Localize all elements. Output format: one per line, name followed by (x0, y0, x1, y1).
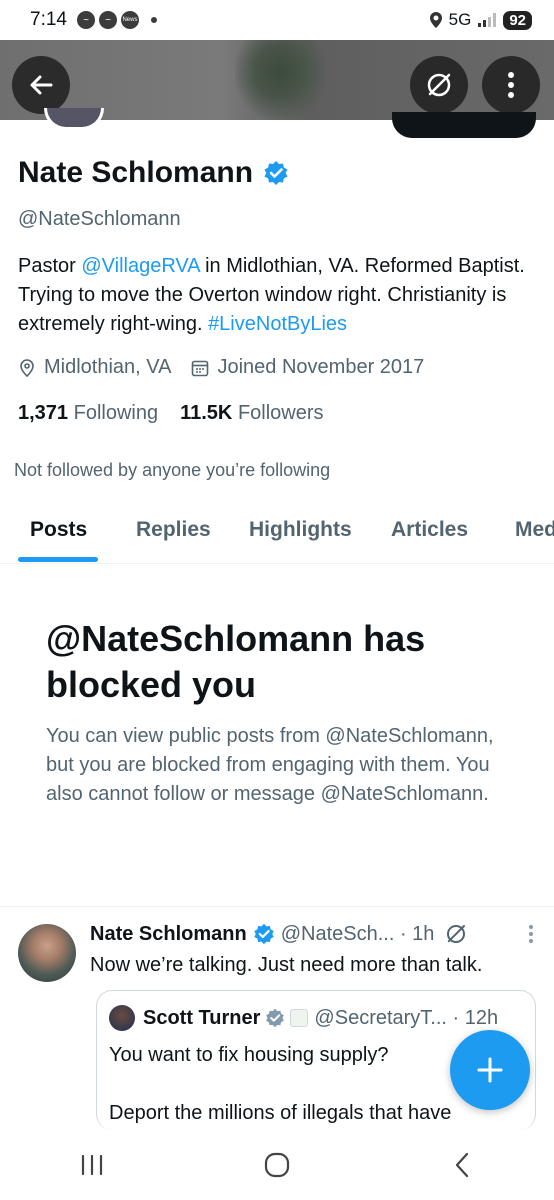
calendar-icon (192, 360, 209, 376)
post-avatar[interactable] (18, 924, 76, 982)
back-nav-button[interactable] (432, 1140, 492, 1190)
post-text: Now we’re talking. Just need more than t… (90, 954, 483, 976)
profile-name-row: Nate Schlomann (18, 156, 289, 190)
quote-line-2: Deport the millions of illegals that hav… (109, 1102, 452, 1124)
grok-icon[interactable] (444, 922, 468, 946)
status-time: 7:14 (30, 9, 67, 30)
location-item: Midlothian, VA (18, 356, 171, 379)
notification-dot-icon (150, 17, 157, 23)
tab-replies[interactable]: Replies (136, 518, 211, 542)
government-badge-icon (266, 1008, 285, 1028)
follow-button[interactable] (392, 112, 536, 138)
messenger-icon: ~ (76, 11, 95, 29)
post-divider (0, 906, 554, 907)
followers-link[interactable]: 11.5K Followers (180, 402, 323, 425)
news-icon: News (120, 11, 139, 29)
location-text: Midlothian, VA (44, 356, 172, 378)
verified-badge-icon (253, 923, 274, 945)
plus-icon (477, 1057, 503, 1083)
recent-apps-button[interactable] (62, 1140, 122, 1190)
battery-indicator: 92 (503, 10, 532, 30)
tab-highlights[interactable]: Highlights (249, 518, 352, 542)
joined-text: Joined November 2017 (217, 356, 425, 378)
quote-handle-time: @SecretaryT... · 12h (314, 1006, 499, 1029)
following-label: Following (73, 402, 159, 424)
location-icon (429, 12, 442, 28)
profile-tabs: Posts Replies Highlights Articles Med (0, 500, 554, 564)
tab-media[interactable]: Med (515, 518, 554, 542)
more-button[interactable] (482, 56, 540, 114)
profile-avatar[interactable] (44, 108, 104, 130)
back-button[interactable] (12, 56, 70, 114)
quote-header: Scott Turner @SecretaryT... · 12h (109, 1005, 498, 1031)
post-handle-time: @NateSch... · 1h (280, 922, 435, 945)
following-count: 1,371 (18, 402, 69, 424)
quote-avatar (109, 1005, 135, 1031)
affiliate-logo-icon (290, 1009, 309, 1027)
followers-label: Followers (237, 402, 324, 424)
profile-name: Nate Schlomann (18, 156, 254, 189)
bio-text-1: Pastor (18, 255, 82, 277)
bio-mention-link[interactable]: @VillageRVA (81, 255, 199, 277)
back-arrow-icon (30, 75, 53, 95)
not-followed-text: Not followed by anyone you’re following (14, 460, 331, 480)
quote-author-name: Scott Turner (143, 1006, 261, 1029)
network-label: 5G (448, 10, 472, 29)
blocked-body: You can view public posts from @NateSchl… (46, 725, 494, 805)
messenger-icon-2: ~ (98, 11, 117, 29)
location-pin-icon (20, 358, 34, 377)
post-header: Nate Schlomann @NateSch... · 1h (90, 922, 550, 946)
blocked-title: @NateSchlomann has blocked you (46, 618, 426, 705)
post-author-name[interactable]: Nate Schlomann (90, 923, 247, 946)
home-icon (264, 1152, 290, 1178)
profile-handle: @NateSchlomann (18, 208, 181, 230)
grok-button[interactable] (410, 56, 468, 114)
bio-hashtag-link[interactable]: #LiveNotByLies (208, 313, 347, 335)
post-more-icon[interactable] (528, 924, 534, 944)
verified-badge-icon[interactable] (263, 160, 289, 186)
profile-meta: Midlothian, VA Joined November 2017 (18, 356, 444, 379)
recent-apps-icon (82, 1154, 103, 1176)
active-tab-indicator (18, 557, 98, 562)
home-button[interactable] (247, 1140, 307, 1190)
status-bar: 7:14 ~ ~ News 5G 92 (0, 0, 554, 40)
profile-stats: 1,371 Following 11.5K Followers (18, 402, 324, 425)
signal-icon (478, 13, 497, 27)
tab-articles[interactable]: Articles (391, 518, 468, 542)
joined-item: Joined November 2017 (191, 356, 424, 379)
followers-count: 11.5K (180, 402, 233, 424)
compose-button[interactable] (450, 1030, 530, 1110)
following-link[interactable]: 1,371 Following (18, 402, 158, 425)
chevron-left-icon (455, 1152, 468, 1178)
system-nav-bar (0, 1130, 554, 1200)
banner-image (235, 40, 325, 120)
tab-posts[interactable]: Posts (30, 518, 87, 542)
more-vertical-icon (508, 72, 514, 98)
profile-bio: Pastor @VillageRVA in Midlothian, VA. Re… (18, 252, 538, 339)
grok-icon (427, 73, 451, 97)
